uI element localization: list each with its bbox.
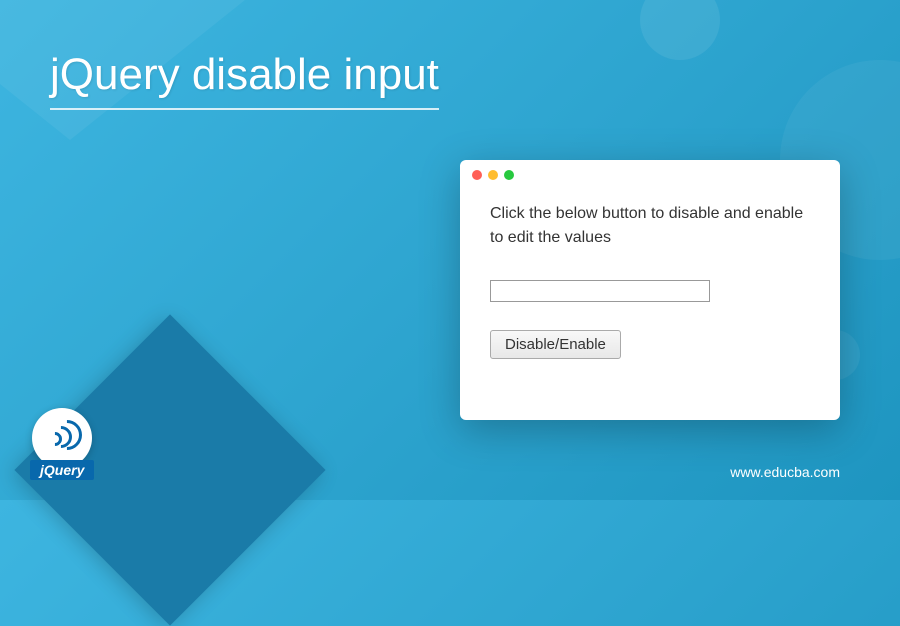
footer-url: www.educba.com <box>730 464 840 480</box>
close-icon[interactable] <box>472 170 482 180</box>
demo-text-input[interactable] <box>490 280 710 302</box>
demo-window: Click the below button to disable and en… <box>460 160 840 420</box>
page-title: jQuery disable input <box>50 50 439 110</box>
instruction-text: Click the below button to disable and en… <box>490 202 810 250</box>
window-content: Click the below button to disable and en… <box>460 190 840 371</box>
disable-enable-button[interactable]: Disable/Enable <box>490 330 621 359</box>
jquery-icon <box>32 408 92 468</box>
jquery-logo: jQuery <box>30 408 94 480</box>
minimize-icon[interactable] <box>488 170 498 180</box>
maximize-icon[interactable] <box>504 170 514 180</box>
jquery-logo-text: jQuery <box>30 460 94 480</box>
jquery-waves-icon <box>42 418 82 458</box>
window-titlebar <box>460 160 840 190</box>
bg-circle-1 <box>640 0 720 60</box>
